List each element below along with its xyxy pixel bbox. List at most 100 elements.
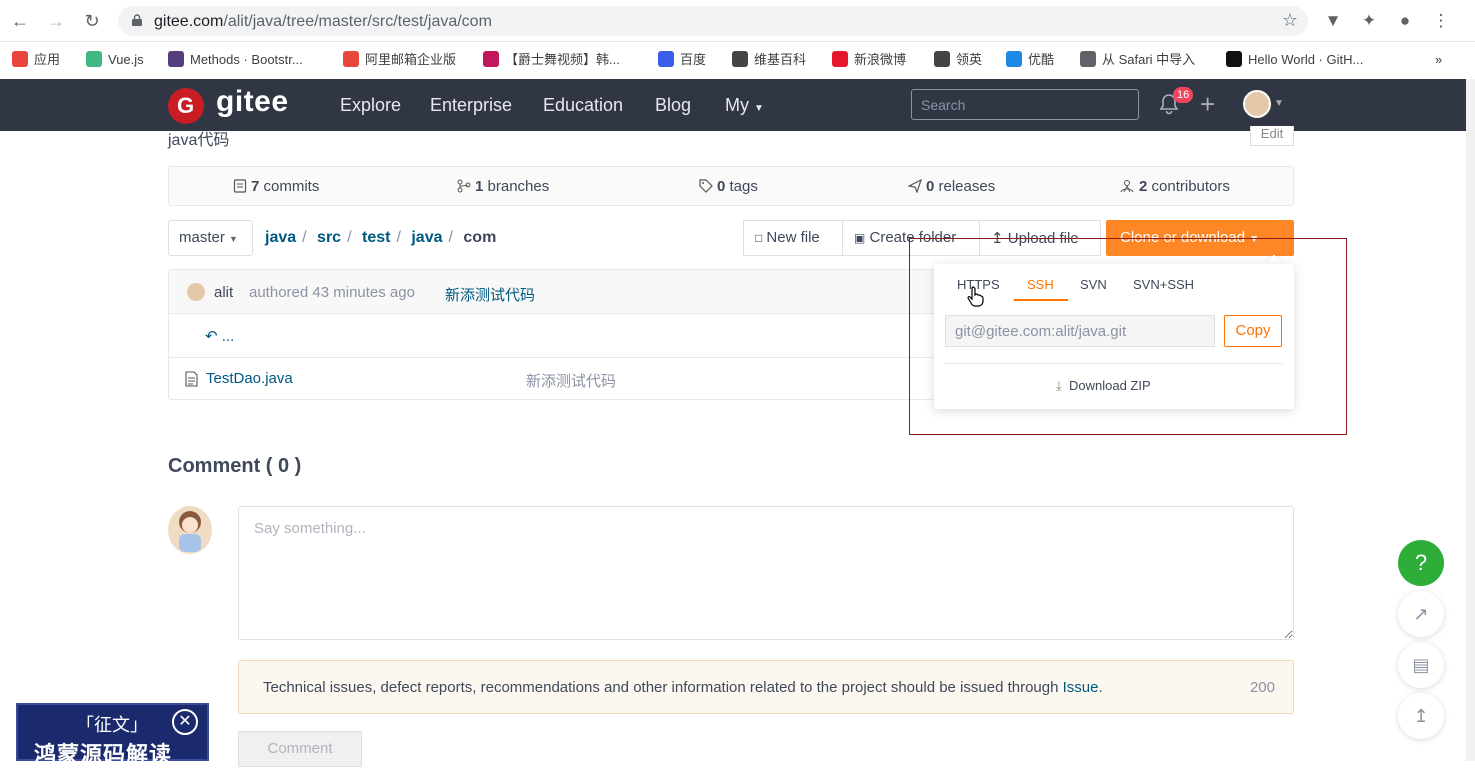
bookmark-star-icon[interactable]: ☆ xyxy=(1282,10,1298,31)
comment-textarea[interactable] xyxy=(238,506,1294,640)
breadcrumb-java-2[interactable]: java xyxy=(411,229,442,246)
avatar-illustration-icon xyxy=(179,511,201,552)
bookmark-item[interactable]: 领英 xyxy=(934,50,982,70)
bookmark-label: 阿里邮箱企业版 xyxy=(365,52,457,67)
bookmark-item[interactable]: 从 Safari 中导入 xyxy=(1080,50,1195,70)
stat-contributors[interactable]: 2 contributors xyxy=(1119,178,1230,195)
bookmark-favicon-icon xyxy=(658,51,674,67)
gitee-logo-text[interactable]: gitee xyxy=(216,85,289,119)
edit-description-button[interactable]: Edit xyxy=(1250,126,1294,146)
submit-comment-button[interactable]: Comment xyxy=(238,731,362,767)
commit-author[interactable]: alit xyxy=(214,284,233,301)
back-arrow-icon[interactable]: ← xyxy=(8,9,32,33)
avatar[interactable] xyxy=(187,283,205,301)
close-icon[interactable]: ✕ xyxy=(172,709,198,735)
branch-icon xyxy=(457,179,471,193)
file-icon xyxy=(185,371,198,387)
nav-enterprise[interactable]: Enterprise xyxy=(430,95,512,116)
repo-stats-bar: 7 commits 1 branches 0 tags 0 releases 2… xyxy=(168,166,1294,206)
bookmark-item[interactable]: 百度 xyxy=(658,50,706,70)
bookmark-item[interactable]: 应用 xyxy=(12,50,60,70)
file-name-link[interactable]: TestDao.java xyxy=(206,370,293,387)
bookmark-label: 优酷 xyxy=(1028,52,1055,67)
chevron-down-icon[interactable]: ▼ xyxy=(1274,98,1284,109)
help-button[interactable]: ? xyxy=(1398,540,1444,586)
chevron-down-icon: ▼ xyxy=(754,103,764,114)
user-avatar[interactable] xyxy=(1243,90,1271,118)
bookmark-item[interactable]: Vue.js xyxy=(86,50,144,70)
search-input[interactable] xyxy=(911,89,1139,120)
bookmark-item[interactable]: 【爵士舞视频】韩... xyxy=(483,50,620,70)
bookmark-label: 应用 xyxy=(34,52,61,67)
bookmark-label: 【爵士舞视频】韩... xyxy=(505,52,620,67)
share-icon[interactable]: ↗ xyxy=(1398,591,1444,637)
reload-icon[interactable]: ↻ xyxy=(80,9,104,33)
branch-selector[interactable]: master ▼ xyxy=(168,220,253,256)
nav-my[interactable]: My ▼ xyxy=(725,95,764,116)
file-commit-message[interactable]: 新添测试代码 xyxy=(526,370,616,391)
bookmark-item[interactable]: 新浪微博 xyxy=(832,50,906,70)
bookmark-favicon-icon xyxy=(483,51,499,67)
issue-link[interactable]: Issue xyxy=(1063,679,1099,696)
reply-arrow-icon: ↶ xyxy=(205,328,218,345)
bookmark-favicon-icon xyxy=(732,51,748,67)
nav-explore[interactable]: Explore xyxy=(340,95,401,116)
extensions-puzzle-icon[interactable]: ✦ xyxy=(1358,10,1380,32)
bookmark-favicon-icon xyxy=(343,51,359,67)
breadcrumb-java[interactable]: java xyxy=(265,229,296,246)
repo-description: java代码 xyxy=(168,132,230,149)
breadcrumb-src[interactable]: src xyxy=(317,229,341,246)
nav-education[interactable]: Education xyxy=(543,95,623,116)
bookmark-favicon-icon xyxy=(168,51,184,67)
bookmark-label: Methods · Bootstr... xyxy=(190,52,303,67)
notification-badge: 16 xyxy=(1173,87,1194,103)
chat-icon[interactable]: ▤ xyxy=(1398,642,1444,688)
chevron-down-icon: ▼ xyxy=(229,234,238,244)
browser-address-bar: ← → ↻ gitee.com/alit/java/tree/master/sr… xyxy=(0,0,1475,42)
url-field[interactable]: gitee.com/alit/java/tree/master/src/test… xyxy=(118,6,1308,36)
stat-tags[interactable]: 0 tags xyxy=(699,178,758,195)
new-file-button[interactable]: □ New file xyxy=(743,220,843,256)
bookmark-favicon-icon xyxy=(86,51,102,67)
profile-icon[interactable]: ● xyxy=(1394,10,1416,32)
plus-icon[interactable]: + xyxy=(1200,89,1215,119)
bookmark-item[interactable]: 维基百科 xyxy=(732,50,806,70)
menu-kebab-icon[interactable]: ⋮ xyxy=(1430,10,1452,32)
promo-title: 鸿蒙源码解读 xyxy=(34,742,173,767)
send-icon xyxy=(907,178,923,194)
bookmark-item[interactable]: Hello World · GitH... xyxy=(1226,50,1363,70)
lock-icon xyxy=(132,14,142,26)
gitee-logo-icon[interactable]: G xyxy=(168,88,204,124)
bookmark-item[interactable]: 优酷 xyxy=(1006,50,1054,70)
vue-devtools-icon[interactable]: ▼ xyxy=(1322,10,1344,32)
nav-blog[interactable]: Blog xyxy=(655,95,691,116)
promo-banner[interactable]: 「征文」 鸿蒙源码解读 ✕ xyxy=(16,703,209,767)
url-text: gitee.com/alit/java/tree/master/src/test… xyxy=(154,13,492,30)
breadcrumb-test[interactable]: test xyxy=(362,229,390,246)
back-to-top-icon[interactable]: ↥ xyxy=(1398,693,1444,739)
bookmark-item[interactable]: 阿里邮箱企业版 xyxy=(343,50,456,70)
commit-message[interactable]: 新添测试代码 xyxy=(445,284,535,305)
bookmark-label: 百度 xyxy=(680,52,707,67)
comment-notice: Technical issues, defect reports, recomm… xyxy=(238,660,1294,714)
bookmark-item[interactable]: Methods · Bootstr... xyxy=(168,50,303,70)
commit-time: authored 43 minutes ago xyxy=(249,284,415,301)
page-scrollbar[interactable] xyxy=(1466,79,1475,761)
parent-directory-link[interactable]: ↶ ... xyxy=(205,327,234,345)
highlight-annotation-box xyxy=(909,238,1347,435)
bookmark-label: 领英 xyxy=(956,52,983,67)
nav-my-label: My xyxy=(725,95,749,115)
comment-title: Comment ( 0 ) xyxy=(168,455,302,477)
stat-releases[interactable]: 0 releases xyxy=(907,178,995,195)
notice-text: Technical issues, defect reports, recomm… xyxy=(263,679,1103,696)
folder-icon: ▣ xyxy=(854,231,866,245)
bookmarks-more-icon[interactable]: » xyxy=(1435,50,1442,70)
gitee-header: G gitee Explore Enterprise Education Blo… xyxy=(0,79,1466,131)
stat-commits[interactable]: 7 commits xyxy=(233,178,319,195)
forward-arrow-icon[interactable]: → xyxy=(44,9,68,33)
avatar[interactable] xyxy=(168,506,212,554)
bookmark-favicon-icon xyxy=(12,51,28,67)
bookmark-favicon-icon xyxy=(1226,51,1242,67)
commit-icon xyxy=(233,179,247,193)
stat-branches[interactable]: 1 branches xyxy=(457,178,549,195)
